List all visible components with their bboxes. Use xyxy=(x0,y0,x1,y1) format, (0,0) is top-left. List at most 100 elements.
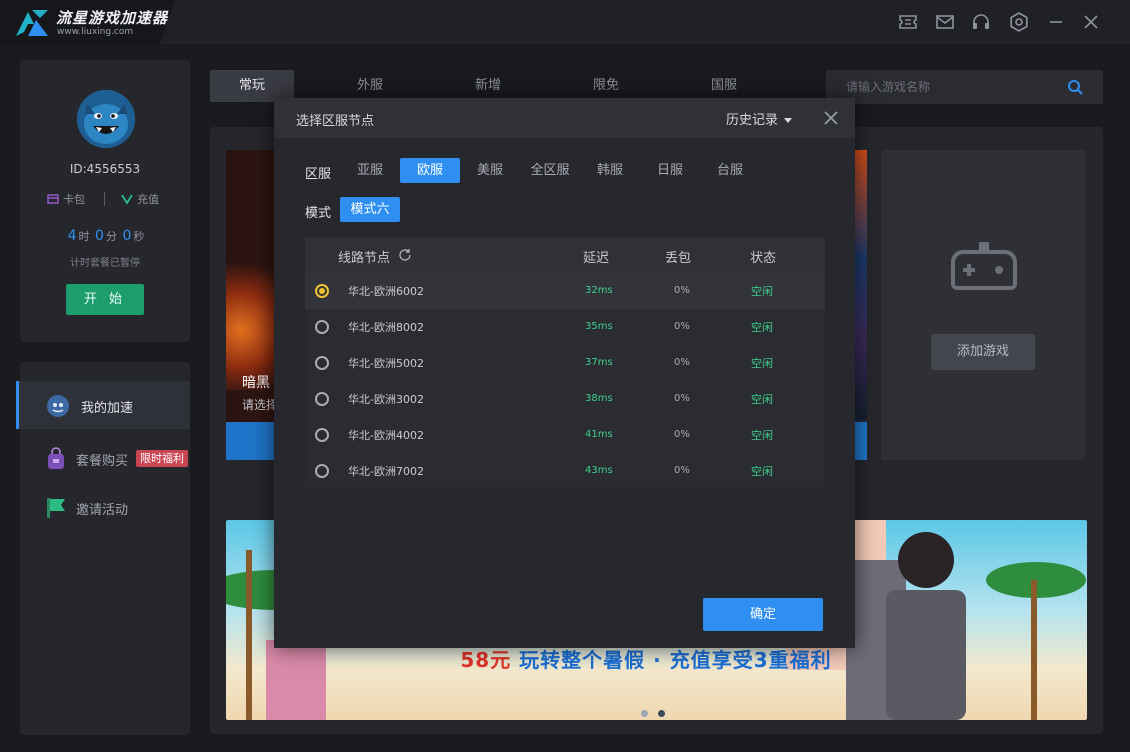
carousel-dot[interactable] xyxy=(641,710,648,717)
banner-text: 58元 玩转整个暑假 · 充值享受3重福利 xyxy=(436,644,856,673)
headset-icon[interactable] xyxy=(970,11,992,33)
sidebar-item-invite[interactable]: 邀请活动 xyxy=(20,483,190,531)
search-icon[interactable] xyxy=(1067,79,1083,95)
wallet-label: 卡包 xyxy=(63,193,85,206)
node-loss: 0% xyxy=(674,393,690,404)
node-latency: 35ms xyxy=(585,321,613,332)
node-radio[interactable] xyxy=(315,356,329,370)
node-radio[interactable] xyxy=(315,464,329,478)
hours-value: 4 xyxy=(67,228,77,244)
node-latency: 43ms xyxy=(585,465,613,476)
confirm-button[interactable]: 确定 xyxy=(703,598,823,631)
node-radio[interactable] xyxy=(315,392,329,406)
region-asia[interactable]: 亚服 xyxy=(340,158,400,183)
recharge-icon xyxy=(121,194,133,205)
node-table: 线路节点 延迟 丢包 状态 华北-欧洲6002 32ms 0% 空闲 华北-欧洲… xyxy=(305,237,825,487)
region-taiwan[interactable]: 台服 xyxy=(700,158,760,183)
seconds-unit: 秒 xyxy=(133,230,145,243)
close-icon[interactable] xyxy=(1080,11,1102,33)
column-status: 状态 xyxy=(750,251,777,266)
dialog-title: 选择区服节点 xyxy=(296,114,375,129)
banner-slogan: 玩转整个暑假 · 充值享受3重福利 xyxy=(511,648,832,672)
sidebar-item-label: 我的加速 xyxy=(81,401,134,416)
node-loss: 0% xyxy=(674,357,690,368)
node-loss: 0% xyxy=(674,429,690,440)
node-loss: 0% xyxy=(674,465,690,476)
node-name: 华北-欧洲6002 xyxy=(348,285,424,298)
bag-icon xyxy=(48,447,64,469)
promo-badge: 限时福利 xyxy=(136,450,188,467)
title-bar: 流星游戏加速器 www.liuxing.com xyxy=(0,0,1130,44)
region-europe[interactable]: 欧服 xyxy=(400,158,460,183)
ticket-icon[interactable] xyxy=(897,11,919,33)
wallet-row: 卡包 充值 xyxy=(20,191,190,207)
node-radio[interactable] xyxy=(315,284,329,298)
node-latency: 41ms xyxy=(585,429,613,440)
seconds-value: 0 xyxy=(122,228,132,244)
sidebar-nav: 我的加速 套餐购买 限时福利 邀请活动 xyxy=(16,362,190,735)
sidebar-item-package-purchase[interactable]: 套餐购买 限时福利 xyxy=(20,434,190,482)
mode-selector[interactable]: 模式六 xyxy=(340,197,400,222)
add-game-card: 添加游戏 xyxy=(881,150,1085,460)
mail-icon[interactable] xyxy=(934,11,956,33)
wallet-icon xyxy=(47,194,59,204)
carousel-dot-active[interactable] xyxy=(658,710,665,717)
region-korea[interactable]: 韩服 xyxy=(580,158,640,183)
table-row[interactable]: 华北-欧洲5002 37ms 0% 空闲 xyxy=(305,345,825,381)
region-all[interactable]: 全区服 xyxy=(520,158,580,183)
node-status: 空闲 xyxy=(751,465,773,478)
close-icon[interactable] xyxy=(822,109,840,127)
card-wallet-link[interactable]: 卡包 xyxy=(47,191,85,207)
node-name: 华北-欧洲8002 xyxy=(348,321,424,334)
flag-icon xyxy=(47,498,65,518)
node-latency: 38ms xyxy=(585,393,613,404)
sidebar-item-my-boost[interactable]: 我的加速 xyxy=(16,381,190,429)
avatar[interactable] xyxy=(77,90,135,148)
refresh-icon[interactable] xyxy=(398,248,412,262)
profile-card: ID:4556553 卡包 充值 4时 0分 0秒 计时套餐已暂停 开 始 xyxy=(20,60,190,342)
gamepad-icon xyxy=(951,242,1017,290)
node-status: 空闲 xyxy=(751,285,773,298)
dialog-header: 选择区服节点 历史记录 xyxy=(274,98,855,138)
minutes-value: 0 xyxy=(95,228,104,244)
node-status: 空闲 xyxy=(751,429,773,442)
add-game-button[interactable]: 添加游戏 xyxy=(931,334,1035,370)
node-radio[interactable] xyxy=(315,428,329,442)
game-name: 暗黑 xyxy=(242,375,270,391)
table-header: 线路节点 延迟 丢包 状态 xyxy=(305,237,825,273)
sidebar-item-label: 邀请活动 xyxy=(76,503,129,518)
node-status: 空闲 xyxy=(751,321,773,334)
timer-status: 计时套餐已暂停 xyxy=(70,258,140,269)
settings-icon[interactable] xyxy=(1008,11,1030,33)
node-loss: 0% xyxy=(674,321,690,332)
search-input[interactable] xyxy=(826,70,1056,104)
divider xyxy=(104,192,105,206)
minimize-icon[interactable] xyxy=(1045,11,1067,33)
table-row[interactable]: 华北-欧洲4002 41ms 0% 空闲 xyxy=(305,417,825,453)
start-button[interactable]: 开 始 xyxy=(66,284,144,315)
mode-label: 模式 xyxy=(305,206,332,221)
node-name: 华北-欧洲7002 xyxy=(348,465,424,478)
recharge-link[interactable]: 充值 xyxy=(121,191,159,207)
minutes-unit: 分 xyxy=(105,230,117,243)
history-dropdown[interactable]: 历史记录 xyxy=(726,109,793,128)
node-name: 华北-欧洲5002 xyxy=(348,357,424,370)
time-remaining: 4时 0分 0秒 xyxy=(20,228,190,244)
node-latency: 37ms xyxy=(585,357,613,368)
banner-price: 58元 xyxy=(460,648,512,672)
region-label: 区服 xyxy=(305,167,332,182)
region-america[interactable]: 美服 xyxy=(460,158,520,183)
region-japan[interactable]: 日服 xyxy=(640,158,700,183)
game-art xyxy=(226,240,276,390)
table-row[interactable]: 华北-欧洲7002 43ms 0% 空闲 xyxy=(305,453,825,489)
app-title: 流星游戏加速器 xyxy=(56,9,169,27)
table-row[interactable]: 华北-欧洲8002 35ms 0% 空闲 xyxy=(305,309,825,345)
table-row[interactable]: 华北-欧洲6002 32ms 0% 空闲 xyxy=(305,273,825,309)
node-loss: 0% xyxy=(674,285,690,296)
monster-avatar-icon xyxy=(77,90,135,148)
history-label: 历史记录 xyxy=(726,113,779,128)
node-radio[interactable] xyxy=(315,320,329,334)
recharge-label: 充值 xyxy=(137,193,159,206)
app-url: www.liuxing.com xyxy=(57,27,134,37)
table-row[interactable]: 华北-欧洲3002 38ms 0% 空闲 xyxy=(305,381,825,417)
